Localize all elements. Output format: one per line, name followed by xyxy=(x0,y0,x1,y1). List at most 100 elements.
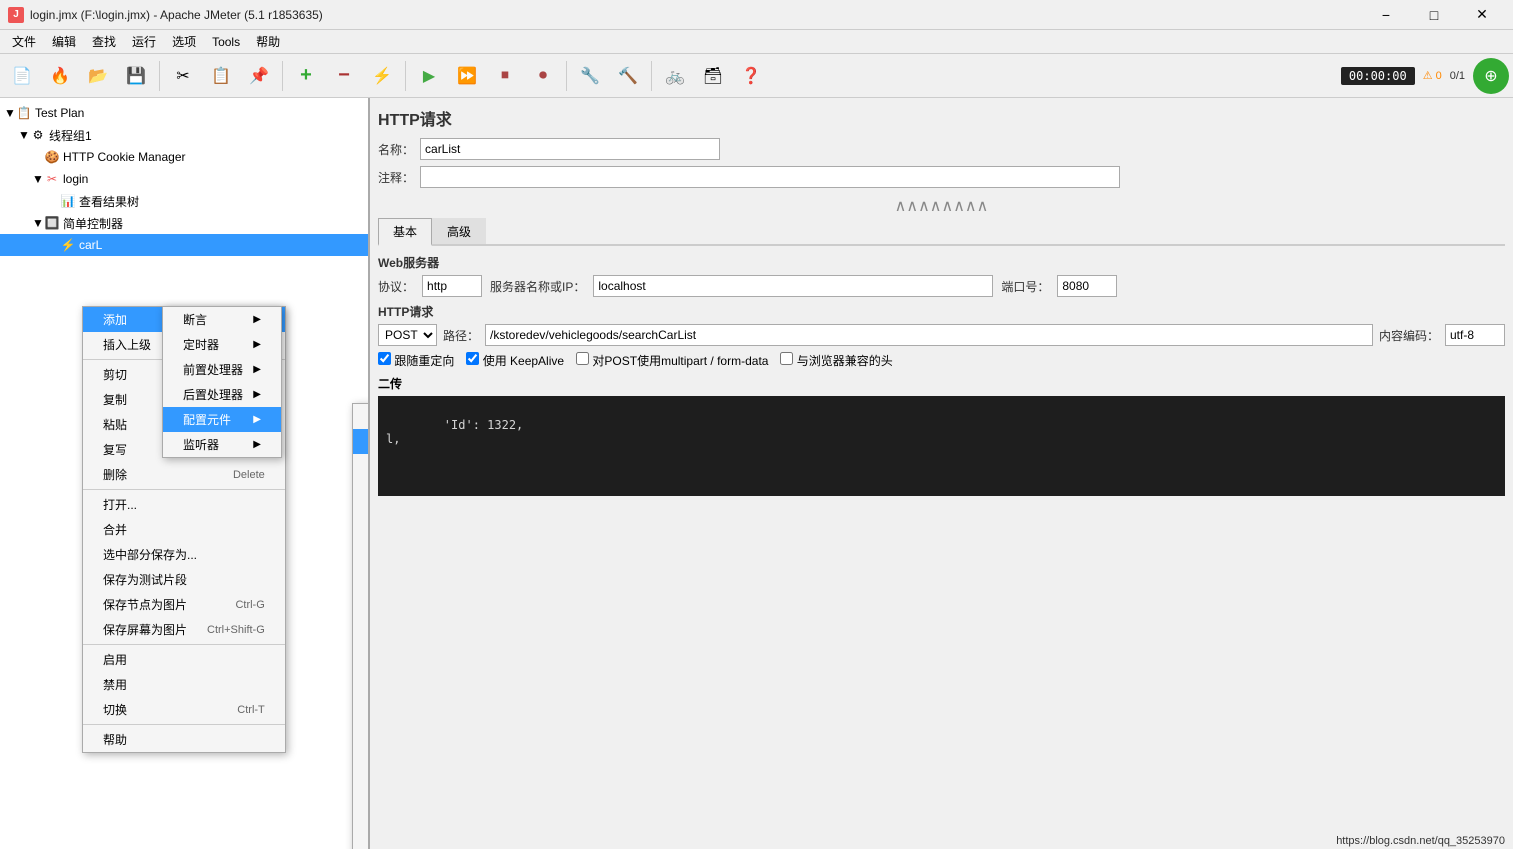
path-input[interactable] xyxy=(485,324,1373,346)
multipart-checkbox[interactable] xyxy=(576,352,589,365)
submenu-add-timer[interactable]: 定时器 ▶ xyxy=(163,332,281,357)
config-cache[interactable]: HTTP缓存管理器 xyxy=(353,479,370,504)
tree-item-cookie-manager[interactable]: 🍪 HTTP Cookie Manager xyxy=(0,146,368,168)
menu-run[interactable]: 运行 xyxy=(124,31,164,53)
name-input[interactable] xyxy=(420,138,720,160)
toolbar-new[interactable]: 📄 xyxy=(4,58,40,94)
ctx-open[interactable]: 打开... xyxy=(83,492,285,517)
keepalive-checkbox[interactable] xyxy=(466,352,479,365)
config-jdbc[interactable]: JDBC Connection Configuration xyxy=(353,629,370,651)
menu-help[interactable]: 帮助 xyxy=(248,31,288,53)
port-input[interactable] xyxy=(1057,275,1117,297)
ctx-toggle[interactable]: 切换 Ctrl-T xyxy=(83,697,285,722)
toolbar-copy[interactable]: 📋 xyxy=(203,58,239,94)
tab-advanced[interactable]: 高级 xyxy=(432,218,486,244)
tab-bar: 基本 高级 xyxy=(378,218,1505,246)
config-auth[interactable]: HTTP授权管理器 xyxy=(353,604,370,629)
ctx-save-node-image[interactable]: 保存节点为图片 Ctrl-G xyxy=(83,592,285,617)
toolbar-paste[interactable]: 📌 xyxy=(241,58,277,94)
toolbar-open[interactable]: 📂 xyxy=(80,58,116,94)
toolbar-save[interactable]: 💾 xyxy=(118,58,154,94)
option-keepalive[interactable]: 使用 KeepAlive xyxy=(466,352,564,369)
server-input[interactable] xyxy=(593,275,993,297)
menu-options[interactable]: 选项 xyxy=(164,31,204,53)
toolbar-start-no-pause[interactable]: ⏩ xyxy=(449,58,485,94)
option-multipart[interactable]: 对POST使用multipart / form-data xyxy=(576,352,768,369)
submenu-add-post[interactable]: 后置处理器 ▶ xyxy=(163,382,281,407)
menu-tools[interactable]: Tools xyxy=(204,31,248,53)
toolbar-flame[interactable]: 🔥 xyxy=(42,58,78,94)
config-tcp[interactable]: TCP取样器配置 xyxy=(353,826,370,849)
toolbar-function[interactable]: 🗃 xyxy=(695,58,731,94)
config-java[interactable]: Java默认请求 xyxy=(353,651,370,676)
option-browser-headers[interactable]: 与浏览器兼容的头 xyxy=(780,352,892,369)
right-panel: HTTP请求 名称： 注释： ∧∧∧∧∧∧∧∧ 基本 高级 Web服务器 协议： xyxy=(370,98,1513,849)
menu-edit[interactable]: 编辑 xyxy=(44,31,84,53)
config-counter[interactable]: 计数器 xyxy=(353,529,370,554)
config-login[interactable]: 登陆配置元件/素 xyxy=(353,751,370,776)
comment-input[interactable] xyxy=(420,166,1120,188)
submenu-add-config[interactable]: 配置元件 ▶ xyxy=(163,407,281,432)
tree-item-view-results[interactable]: 📊 查看结果树 xyxy=(0,190,368,212)
toolbar-stop[interactable]: ⏹ xyxy=(487,58,523,94)
config-simple[interactable]: 简单配置元件 xyxy=(353,801,370,826)
ctx-save-screen-image[interactable]: 保存屏幕为图片 Ctrl+Shift-G xyxy=(83,617,285,642)
close-button[interactable]: ✕ xyxy=(1459,0,1505,30)
toolbar-browse[interactable]: ⚡ xyxy=(364,58,400,94)
toolbar-remote-engine[interactable]: ⊕ xyxy=(1473,58,1509,94)
tab-basic[interactable]: 基本 xyxy=(378,218,432,246)
submenu-add-post-label: 后置处理器 xyxy=(183,386,243,403)
menu-file[interactable]: 文件 xyxy=(4,31,44,53)
toolbar-remove[interactable]: − xyxy=(326,58,362,94)
menu-find[interactable]: 查找 xyxy=(84,31,124,53)
ctx-enable[interactable]: 启用 xyxy=(83,647,285,672)
tree-icon-results: 📊 xyxy=(60,193,76,209)
toolbar-remote-stop[interactable]: 🔨 xyxy=(610,58,646,94)
toolbar-shutdown[interactable]: ⏺ xyxy=(525,58,561,94)
minimize-button[interactable]: − xyxy=(1363,0,1409,30)
config-ldap[interactable]: LDAP默认请求 xyxy=(353,726,370,751)
config-dns[interactable]: DNS缓存管理器 xyxy=(353,554,370,579)
config-ldap-ext[interactable]: LDAP扩展请求默认值 xyxy=(353,701,370,726)
ctx-delete[interactable]: 删除 Delete xyxy=(83,462,285,487)
browser-headers-checkbox[interactable] xyxy=(780,352,793,365)
tree-item-thread-group[interactable]: ▼ ⚙ 线程组1 xyxy=(0,124,368,146)
submenu-add-assert[interactable]: 断言 ▶ xyxy=(163,307,281,332)
encoding-input[interactable] xyxy=(1445,324,1505,346)
option-redirect[interactable]: 跟随重定向 xyxy=(378,352,454,369)
tree-item-simple-controller[interactable]: ▼ 🔲 简单控制器 xyxy=(0,212,368,234)
tree-item-login[interactable]: ▼ ✂ login xyxy=(0,168,368,190)
submenu-add-listener[interactable]: 监听器 ▶ xyxy=(163,432,281,457)
toolbar-cut[interactable]: ✂ xyxy=(165,58,201,94)
config-random[interactable]: 随机变量 xyxy=(353,776,370,801)
toolbar-clear-all[interactable]: 🚲 xyxy=(657,58,693,94)
config-keystore[interactable]: 密钥库配置 xyxy=(353,676,370,701)
ctx-disable[interactable]: 禁用 xyxy=(83,672,285,697)
menu-bar: 文件 编辑 查找 运行 选项 Tools 帮助 xyxy=(0,30,1513,54)
submenu-add-pre[interactable]: 前置处理器 ▶ xyxy=(163,357,281,382)
config-http-defaults[interactable]: HTTP请求默认值 xyxy=(353,504,370,529)
ctx-merge-label: 合并 xyxy=(103,521,127,538)
maximize-button[interactable]: □ xyxy=(1411,0,1457,30)
toolbar-add[interactable]: + xyxy=(288,58,324,94)
ctx-merge[interactable]: 合并 xyxy=(83,517,285,542)
ctx-help[interactable]: 帮助 xyxy=(83,727,285,752)
protocol-input[interactable] xyxy=(422,275,482,297)
config-ftp[interactable]: FTP默认请求 xyxy=(353,579,370,604)
config-csv[interactable]: CSV数据文件设置 xyxy=(353,404,370,429)
tree-item-test-plan[interactable]: ▼ 📋 Test Plan xyxy=(0,102,368,124)
ctx-cut-label: 剪切 xyxy=(103,366,127,383)
ctx-save-selection[interactable]: 选中部分保存为... xyxy=(83,542,285,567)
toolbar-sep5 xyxy=(651,61,652,91)
method-select[interactable]: POST GET xyxy=(378,324,437,346)
redirect-checkbox[interactable] xyxy=(378,352,391,365)
tree-item-carl[interactable]: ⚡ carL xyxy=(0,234,368,256)
config-cookie[interactable]: HTTP Cookie管理器 xyxy=(353,454,370,479)
ctx-save-snippet[interactable]: 保存为测试片段 xyxy=(83,567,285,592)
toolbar-remote-start[interactable]: 🔧 xyxy=(572,58,608,94)
config-http-header[interactable]: HTTP信息头管理器 xyxy=(353,429,370,454)
ctx-save-node-shortcut: Ctrl-G xyxy=(235,599,264,611)
toolbar-help[interactable]: ❓ xyxy=(733,58,769,94)
ctx-sep2 xyxy=(83,489,285,490)
toolbar-start[interactable]: ▶ xyxy=(411,58,447,94)
